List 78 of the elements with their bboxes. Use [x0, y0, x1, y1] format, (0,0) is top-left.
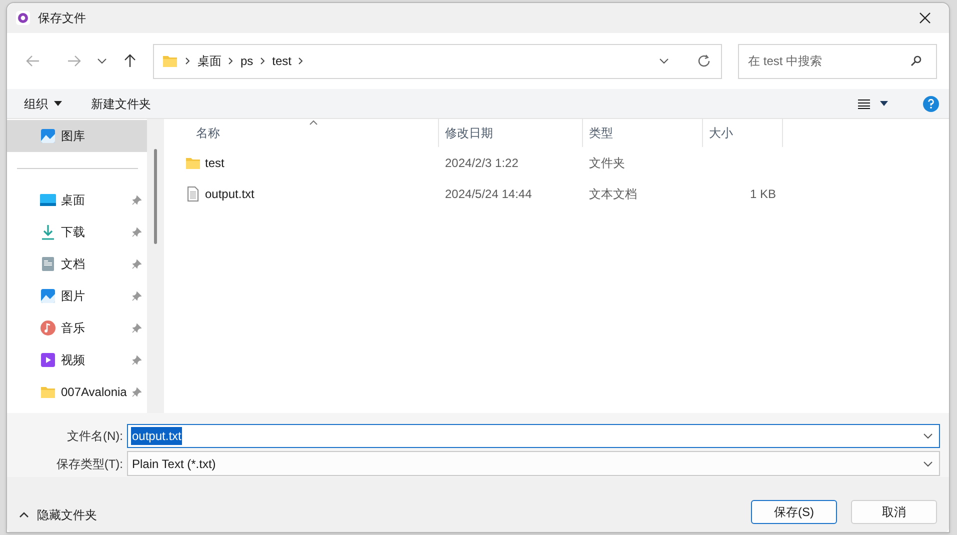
breadcrumb[interactable]: test	[272, 52, 292, 70]
pin-icon	[132, 227, 142, 237]
file-name: test	[205, 154, 224, 172]
text-file-icon	[185, 186, 201, 202]
download-icon	[40, 224, 56, 240]
list-view-icon	[858, 98, 870, 108]
up-arrow-icon	[124, 54, 136, 68]
search-field[interactable]: 在 test 中搜索	[738, 44, 937, 78]
sidebar-item[interactable]: 下载	[7, 216, 147, 248]
window-title: 保存文件	[38, 10, 86, 27]
folder-icon	[40, 384, 56, 400]
sidebar-item[interactable]: 图片	[7, 280, 147, 312]
organize-menu[interactable]: 组织	[24, 94, 62, 112]
sidebar-item[interactable]: 桌面	[7, 184, 147, 216]
breadcrumb[interactable]: 桌面	[197, 52, 222, 70]
file-row[interactable]: test 2024/2/3 1:22 文件夹	[164, 147, 949, 178]
scrollbar[interactable]	[147, 119, 164, 413]
chevron-down-icon	[923, 460, 933, 466]
file-type: 文本文档	[588, 186, 638, 202]
music-icon	[40, 320, 56, 336]
video-icon	[40, 352, 56, 368]
hide-folders-button[interactable]: 隐藏文件夹	[19, 506, 97, 524]
dropdown-icon	[54, 101, 62, 106]
field-label: 文件名(N):	[66, 428, 124, 445]
chevron-right-icon	[228, 57, 234, 65]
column-header[interactable]: 类型	[583, 119, 703, 147]
file-name-field[interactable]: output.txt	[127, 424, 940, 448]
column-header[interactable]: 修改日期	[439, 119, 583, 147]
document-icon	[40, 256, 56, 272]
modified-date: 2024/2/3 1:22	[444, 154, 520, 172]
chevron-right-icon	[185, 57, 190, 65]
pin-icon	[132, 259, 142, 269]
back-arrow-icon	[26, 55, 40, 67]
sidebar-item[interactable]: 文档	[7, 248, 147, 280]
dialog-button[interactable]: 保存(S)	[751, 500, 837, 524]
close-icon	[919, 12, 931, 24]
refresh-icon[interactable]	[697, 54, 712, 68]
dialog-button[interactable]: 取消	[851, 500, 937, 524]
dropdown-icon	[880, 101, 888, 106]
file-size: 1 KB	[750, 186, 776, 202]
column-header[interactable]: 大小	[703, 119, 783, 147]
picture-icon	[40, 128, 56, 144]
chevron-right-icon	[298, 57, 304, 65]
picture-icon	[40, 288, 56, 304]
file-name: output.txt	[205, 186, 254, 202]
modified-date: 2024/5/24 14:44	[444, 186, 533, 202]
file-row[interactable]: output.txt 2024/5/24 14:44 文本文档 1 KB	[164, 178, 949, 209]
sidebar-item[interactable]: 007Avalonia	[7, 376, 147, 408]
search-icon	[910, 54, 922, 66]
pin-icon	[132, 387, 142, 397]
breadcrumb[interactable]: ps	[240, 52, 254, 70]
help-button[interactable]	[923, 96, 939, 112]
desktop-icon	[40, 192, 56, 208]
pin-icon	[132, 291, 142, 301]
app-icon	[16, 11, 30, 25]
chevron-down-icon	[923, 433, 933, 439]
column-header[interactable]: 名称	[164, 119, 439, 147]
field-label: 保存类型(T):	[55, 456, 124, 472]
sidebar-item[interactable]: 音乐	[7, 312, 147, 344]
new-folder-button[interactable]: 新建文件夹	[91, 94, 151, 112]
file-type: 文件夹	[588, 154, 626, 172]
folder-icon	[162, 53, 178, 69]
pin-icon	[132, 195, 142, 205]
address-bar[interactable]: 桌面 ps test	[153, 44, 722, 78]
chevron-down-icon	[659, 58, 670, 64]
pin-icon	[132, 323, 142, 333]
chevron-down-icon	[97, 58, 107, 64]
sidebar-item[interactable]: 图库	[7, 120, 147, 152]
chevron-right-icon	[260, 57, 266, 65]
forward-arrow-icon	[67, 55, 82, 67]
question-mark-icon	[928, 98, 934, 108]
chevron-up-icon	[19, 512, 29, 518]
pin-icon	[132, 355, 142, 365]
selected-text: output.txt	[131, 427, 182, 445]
sidebar-item[interactable]: 视频	[7, 344, 147, 376]
sort-up-icon	[309, 120, 318, 125]
view-menu[interactable]	[858, 98, 888, 108]
file-type-dropdown[interactable]: Plain Text (*.txt)	[127, 451, 940, 476]
